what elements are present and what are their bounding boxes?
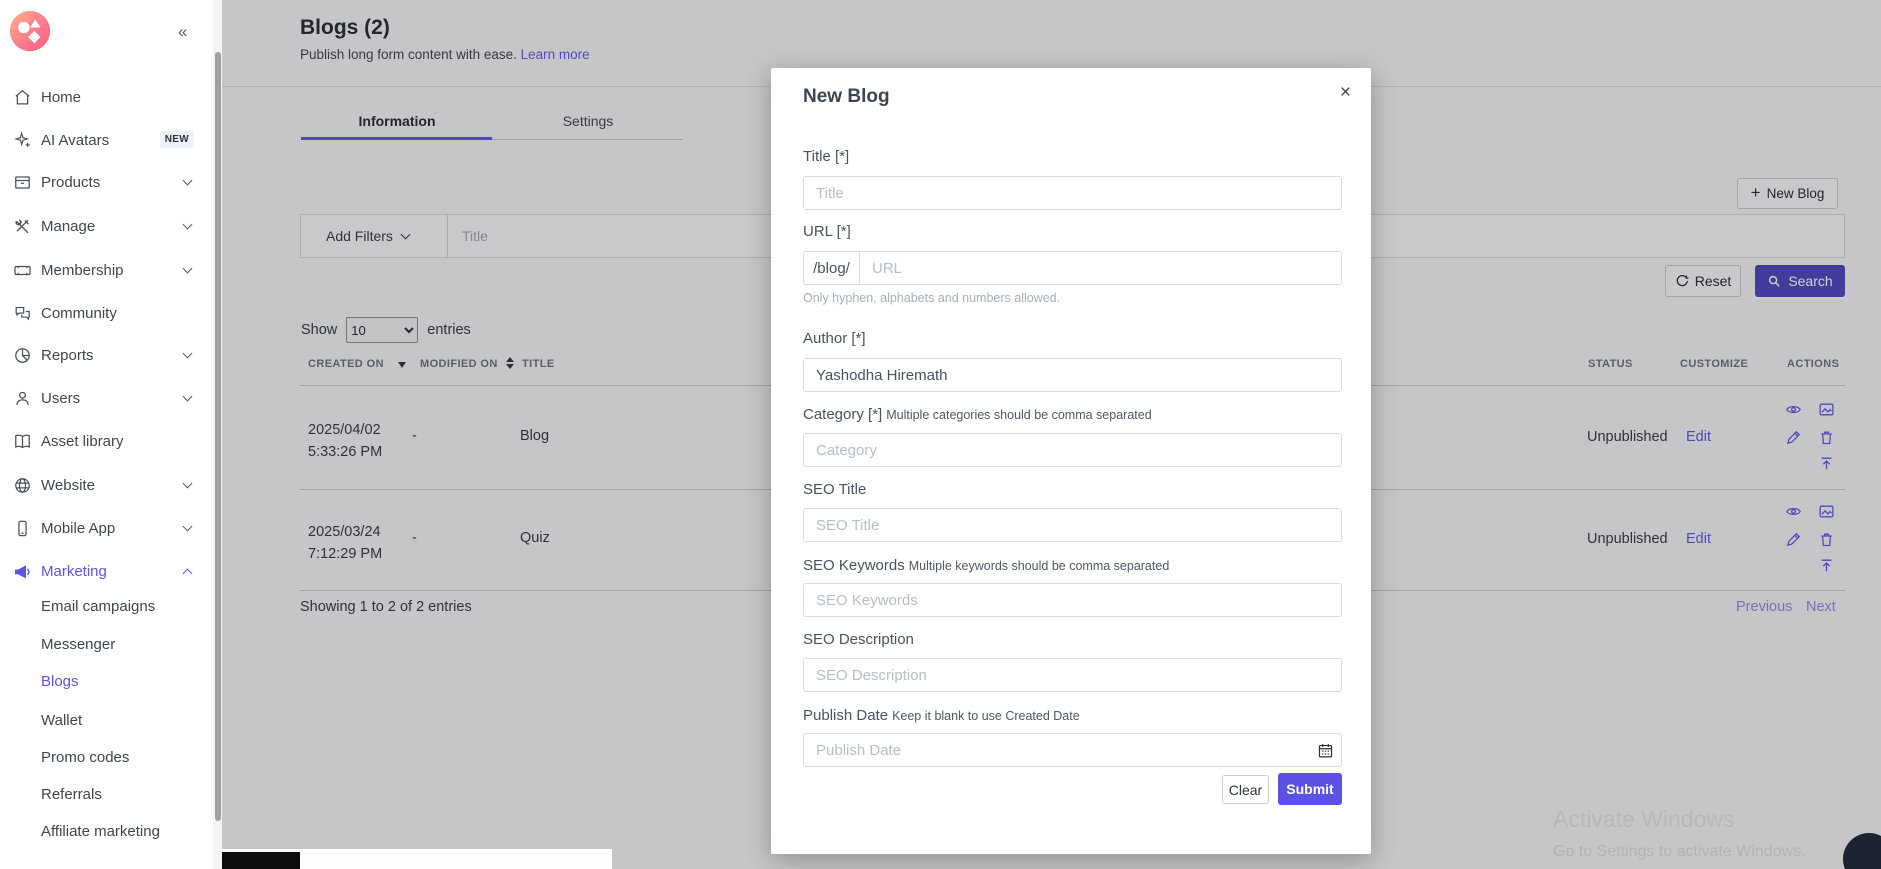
sidebar-item-manage[interactable]: Manage bbox=[0, 211, 213, 241]
box-icon bbox=[13, 173, 32, 192]
sidebar-collapse-button[interactable]: « bbox=[178, 22, 187, 42]
url-field-label: URL [*] bbox=[803, 223, 851, 240]
sidebar-item-blogs[interactable]: Blogs bbox=[0, 668, 213, 694]
seo-keywords-field[interactable] bbox=[803, 583, 1342, 617]
sidebar-subitem-label: Wallet bbox=[41, 712, 82, 729]
sidebar-subitem-label: Promo codes bbox=[41, 749, 129, 766]
sidebar-item-marketing[interactable]: Marketing bbox=[0, 556, 213, 586]
sidebar-item-reports[interactable]: Reports bbox=[0, 340, 213, 370]
card-icon bbox=[13, 261, 32, 280]
seo-title-field[interactable] bbox=[803, 508, 1342, 542]
sidebar-item-ai-avatars[interactable]: AI Avatars NEW bbox=[0, 125, 213, 155]
sidebar-scrollbar-thumb[interactable] bbox=[215, 52, 221, 821]
sidebar-scrollbar bbox=[213, 0, 222, 869]
author-field-label: Author [*] bbox=[803, 330, 866, 347]
chevron-down-icon bbox=[183, 349, 193, 359]
sidebar-subitem-label: Blogs bbox=[41, 673, 79, 690]
title-field[interactable] bbox=[803, 176, 1342, 210]
sidebar-item-community[interactable]: Community bbox=[0, 298, 213, 328]
sidebar-item-products[interactable]: Products bbox=[0, 167, 213, 197]
app-logo-icon[interactable] bbox=[9, 10, 51, 52]
sidebar-subitem-label: Messenger bbox=[41, 636, 115, 653]
seo-description-field[interactable] bbox=[803, 658, 1342, 692]
sidebar-item-email-campaigns[interactable]: Email campaigns bbox=[0, 593, 213, 619]
publish-date-field[interactable] bbox=[803, 733, 1342, 767]
seo-keywords-field-hint: Multiple keywords should be comma separa… bbox=[909, 559, 1170, 573]
sidebar-item-label: Users bbox=[41, 390, 80, 407]
sidebar-item-label: Community bbox=[41, 305, 117, 322]
sidebar-subitem-label: Affiliate marketing bbox=[41, 823, 160, 840]
seo-description-field-label: SEO Description bbox=[803, 631, 914, 648]
chevron-down-icon bbox=[183, 392, 193, 402]
sidebar-item-label: Marketing bbox=[41, 563, 107, 580]
sidebar-item-affiliate-marketing[interactable]: Affiliate marketing bbox=[0, 818, 213, 844]
author-field[interactable] bbox=[803, 358, 1342, 392]
user-icon bbox=[13, 389, 32, 408]
sidebar-item-label: Reports bbox=[41, 347, 94, 364]
sidebar-item-mobile-app[interactable]: Mobile App bbox=[0, 513, 213, 543]
sidebar-item-label: AI Avatars bbox=[41, 132, 109, 149]
title-field-label: Title [*] bbox=[803, 148, 849, 165]
home-icon bbox=[13, 88, 32, 107]
sidebar-subitem-label: Referrals bbox=[41, 786, 102, 803]
publish-date-field-label: Publish DateKeep it blank to use Created… bbox=[803, 707, 1080, 724]
seo-title-field-label: SEO Title bbox=[803, 481, 866, 498]
category-field-hint: Multiple categories should be comma sepa… bbox=[886, 408, 1151, 422]
activate-windows-watermark-sub: Go to Settings to activate Windows. bbox=[1553, 843, 1806, 861]
category-field-label: Category [*]Multiple categories should b… bbox=[803, 406, 1152, 423]
pie-chart-icon bbox=[13, 346, 32, 365]
sidebar-item-label: Membership bbox=[41, 262, 124, 279]
publish-date-field-hint: Keep it blank to use Created Date bbox=[892, 709, 1080, 723]
chevron-down-icon bbox=[183, 176, 193, 186]
modal-title: New Blog bbox=[803, 86, 890, 108]
url-field[interactable] bbox=[859, 251, 1342, 285]
url-prefix: /blog/ bbox=[803, 251, 859, 285]
category-field[interactable] bbox=[803, 433, 1342, 467]
sidebar-item-label: Home bbox=[41, 89, 81, 106]
submit-button[interactable]: Submit bbox=[1278, 773, 1342, 805]
sidebar-item-label: Mobile App bbox=[41, 520, 115, 537]
activate-windows-watermark: Activate Windows bbox=[1553, 806, 1735, 833]
url-field-hint: Only hyphen, alphabets and numbers allow… bbox=[803, 291, 1060, 305]
sidebar-item-home[interactable]: Home bbox=[0, 82, 213, 112]
chevron-down-icon bbox=[183, 220, 193, 230]
new-blog-modal: New Blog × Title [*] URL [*] /blog/ Only… bbox=[771, 68, 1371, 854]
book-icon bbox=[13, 432, 32, 451]
seo-keywords-field-label: SEO KeywordsMultiple keywords should be … bbox=[803, 557, 1169, 574]
close-icon[interactable]: × bbox=[1336, 78, 1355, 108]
sidebar-item-messenger[interactable]: Messenger bbox=[0, 631, 213, 657]
sidebar-item-users[interactable]: Users bbox=[0, 383, 213, 413]
clear-button[interactable]: Clear bbox=[1222, 775, 1269, 804]
sidebar-item-asset-library[interactable]: Asset library bbox=[0, 426, 213, 456]
chevron-down-icon bbox=[183, 522, 193, 532]
sidebar-subitem-label: Email campaigns bbox=[41, 598, 155, 615]
chat-icon bbox=[13, 304, 32, 323]
megaphone-icon bbox=[13, 562, 32, 581]
sidebar-item-website[interactable]: Website bbox=[0, 470, 213, 500]
phone-icon bbox=[13, 519, 32, 538]
chevron-down-icon bbox=[183, 264, 193, 274]
calendar-icon[interactable] bbox=[1317, 742, 1334, 759]
sidebar-item-membership[interactable]: Membership bbox=[0, 255, 213, 285]
sidebar-item-label: Asset library bbox=[41, 433, 124, 450]
sidebar-item-wallet[interactable]: Wallet bbox=[0, 707, 213, 733]
sidebar: « Home AI Avatars NEW Products Manage Me… bbox=[0, 0, 213, 869]
new-badge: NEW bbox=[160, 131, 194, 148]
app-root: « Home AI Avatars NEW Products Manage Me… bbox=[0, 0, 1881, 869]
sidebar-item-label: Products bbox=[41, 174, 100, 191]
chevron-up-icon bbox=[183, 569, 193, 579]
sidebar-item-promo-codes[interactable]: Promo codes bbox=[0, 744, 213, 770]
globe-icon bbox=[13, 476, 32, 495]
taskbar-fragment bbox=[222, 852, 300, 869]
sidebar-item-referrals[interactable]: Referrals bbox=[0, 781, 213, 807]
chevron-down-icon bbox=[183, 479, 193, 489]
sparkles-icon bbox=[13, 131, 32, 150]
tools-icon bbox=[13, 217, 32, 236]
sidebar-item-label: Website bbox=[41, 477, 95, 494]
sidebar-item-label: Manage bbox=[41, 218, 95, 235]
